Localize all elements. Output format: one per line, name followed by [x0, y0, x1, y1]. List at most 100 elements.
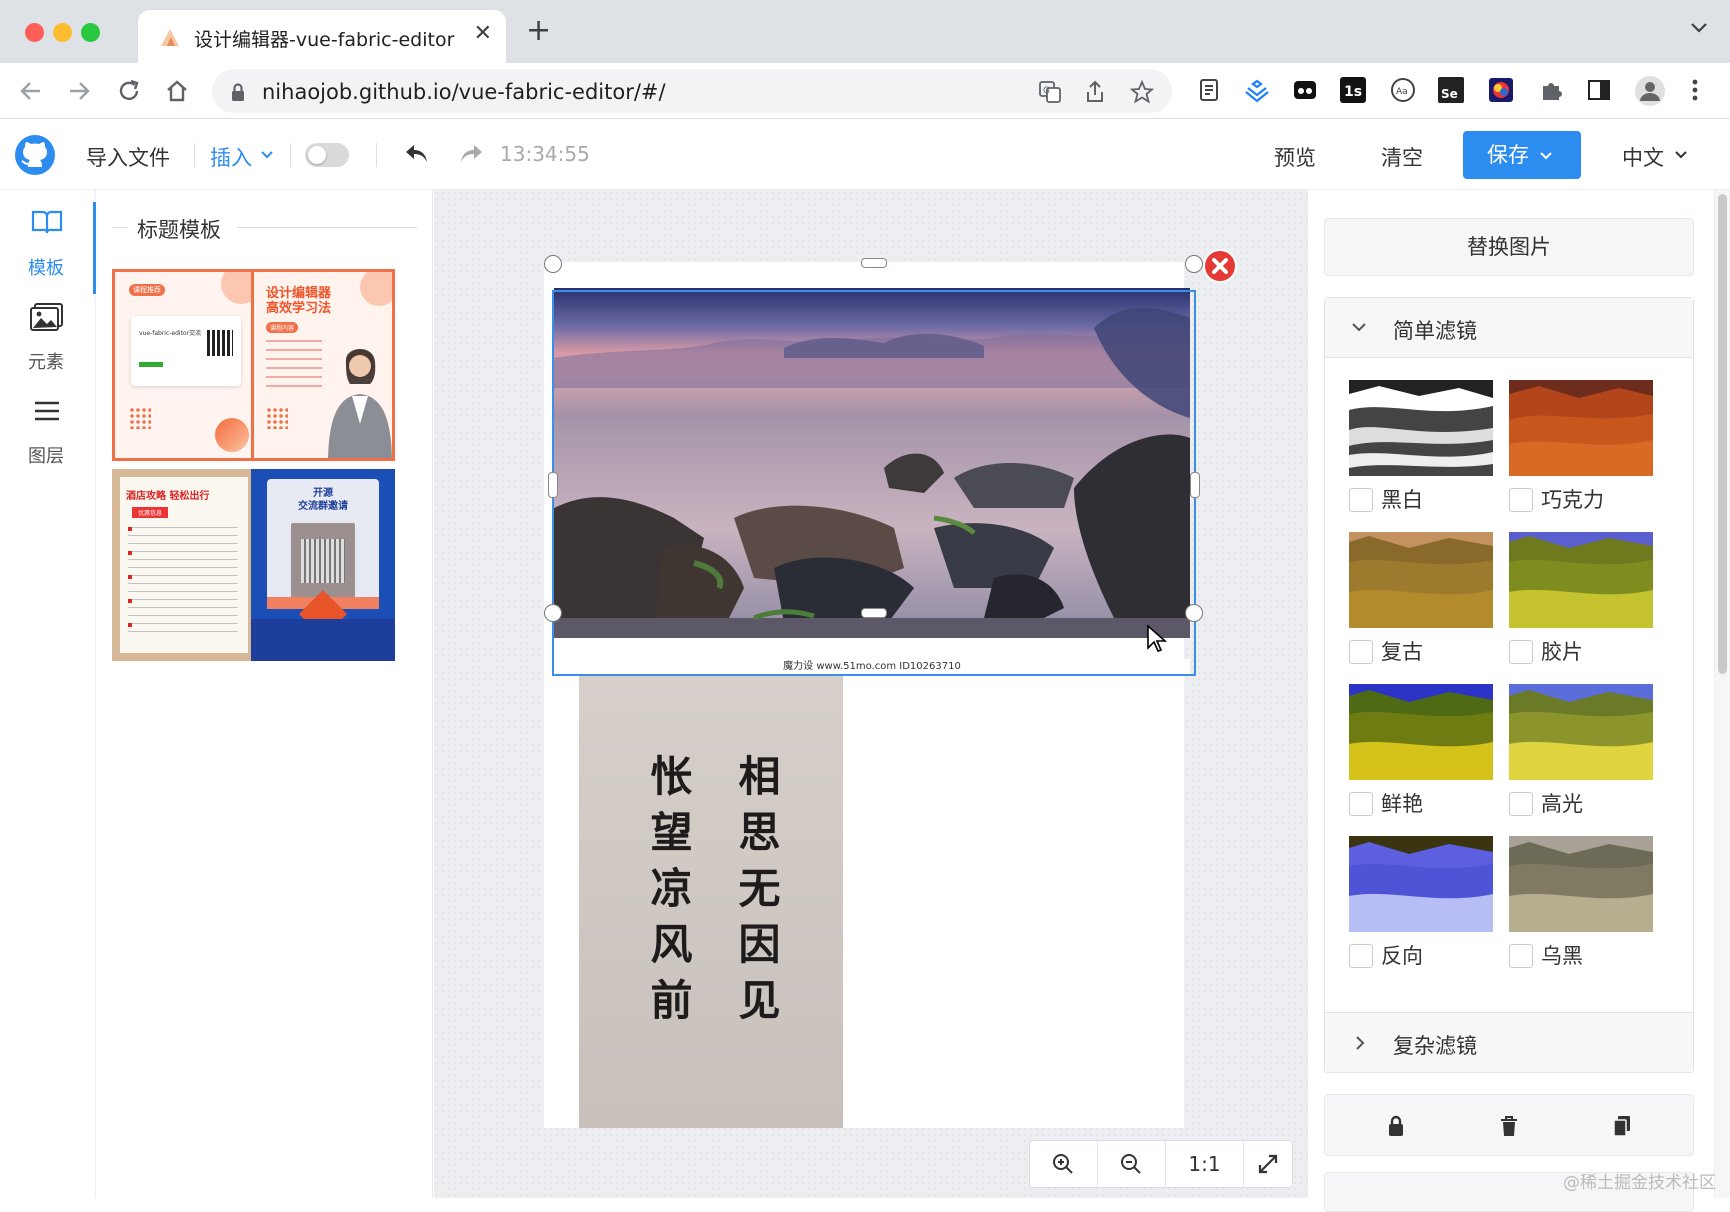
undo-icon[interactable]: [403, 140, 431, 168]
bookmark-star-icon[interactable]: [1130, 80, 1154, 104]
filter-preview: [1509, 380, 1653, 476]
filter-checkbox[interactable]: [1349, 792, 1373, 816]
resize-handle-right[interactable]: [1190, 472, 1200, 498]
share-icon[interactable]: [1084, 80, 1106, 104]
filter-label: 复古: [1381, 640, 1423, 664]
template-thumbnail[interactable]: 酒店攻略 轻松出行 优惠信息: [112, 469, 256, 661]
template-card: vue-fabric-editor交流: [131, 316, 241, 386]
resize-handle-top-right[interactable]: [1185, 255, 1203, 273]
panel-scrollbar[interactable]: [1714, 190, 1730, 1198]
filter-preview: [1509, 532, 1653, 628]
template-heading: 设计编辑器 高效学习法: [266, 286, 332, 316]
trash-icon[interactable]: [1500, 1115, 1518, 1137]
copy-icon[interactable]: [1613, 1115, 1631, 1137]
filter-checkbox[interactable]: [1509, 792, 1533, 816]
properties-panel: 替换图片 简单滤镜 黑白 巧克力 复古 胶片 鲜艳 高光 反向 乌黑 复杂滤镜: [1308, 190, 1714, 1212]
scrollbar-thumb[interactable]: [1718, 194, 1727, 674]
layers-icon: [34, 400, 60, 422]
template-tag: 课程推荐: [129, 284, 165, 296]
puzzle-extension-icon[interactable]: [1538, 77, 1564, 103]
back-arrow-icon[interactable]: [18, 78, 44, 104]
address-bar[interactable]: nihaojob.github.io/vue-fabric-editor/#/ …: [212, 69, 1172, 113]
preview-button[interactable]: 预览: [1274, 142, 1316, 172]
filter-label: 高光: [1541, 792, 1583, 816]
filter-checkbox[interactable]: [1349, 640, 1373, 664]
reader-extension-icon[interactable]: [1196, 77, 1222, 103]
clear-button[interactable]: 清空: [1381, 142, 1423, 172]
filter-preview: [1509, 684, 1653, 780]
sidepanel-icon[interactable]: [1586, 77, 1612, 103]
profile-avatar[interactable]: [1634, 75, 1666, 107]
translate-icon[interactable]: G: [1038, 80, 1062, 104]
home-icon[interactable]: [164, 78, 190, 104]
template-thumbnail[interactable]: 设计编辑器 高效学习法 课程内容: [251, 269, 395, 461]
complex-filters-header[interactable]: 复杂滤镜: [1325, 1012, 1693, 1072]
ruler-toggle-switch[interactable]: [305, 143, 349, 167]
filter-option[interactable]: 反向: [1349, 836, 1493, 968]
language-dropdown[interactable]: 中文: [1622, 142, 1664, 172]
forward-arrow-icon[interactable]: [66, 78, 92, 104]
resize-handle-bottom-right[interactable]: [1185, 604, 1203, 622]
maximize-window-button[interactable]: [81, 23, 100, 42]
calligraphy-image[interactable]: 相思无因见 怅望凉风前: [579, 674, 843, 1128]
lock-icon[interactable]: [230, 82, 246, 102]
save-dropdown-button[interactable]: 保存: [1463, 131, 1581, 179]
decor-circle: [215, 418, 249, 452]
replace-image-button[interactable]: 替换图片: [1324, 218, 1694, 276]
fit-screen-button[interactable]: [1244, 1141, 1292, 1187]
resize-handle-top-left[interactable]: [544, 255, 562, 273]
new-tab-button[interactable]: +: [526, 16, 551, 46]
canvas-workspace[interactable]: 相思无因见 怅望凉风前 魔力设 www.51mo.com ID10263710 …: [434, 190, 1308, 1198]
filter-checkbox[interactable]: [1509, 944, 1533, 968]
filter-option[interactable]: 高光: [1509, 684, 1653, 816]
favicon-icon: [158, 26, 182, 48]
book-icon: [31, 208, 63, 236]
filter-checkbox[interactable]: [1509, 640, 1533, 664]
tab-search-chevron-icon[interactable]: [1690, 22, 1708, 34]
lock-icon[interactable]: [1387, 1115, 1405, 1137]
filter-option[interactable]: 巧克力: [1509, 380, 1653, 512]
resize-handle-top[interactable]: [861, 258, 887, 268]
zoom-in-button[interactable]: [1030, 1141, 1098, 1187]
filter-checkbox[interactable]: [1349, 488, 1373, 512]
simple-filters-title: 简单滤镜: [1393, 319, 1477, 343]
template-thumbnail[interactable]: 开源 交流群邀请: [251, 469, 395, 661]
sidebar-item-elements[interactable]: 元素: [0, 298, 96, 378]
juejin-extension-icon[interactable]: [1244, 77, 1270, 103]
filter-option[interactable]: 复古: [1349, 532, 1493, 664]
tab-close-icon[interactable]: ✕: [474, 21, 492, 46]
minimize-window-button[interactable]: [53, 23, 72, 42]
more-menu-icon[interactable]: [1690, 77, 1716, 103]
insert-dropdown[interactable]: 插入: [210, 142, 252, 172]
zoom-reset-button[interactable]: 1:1: [1166, 1141, 1244, 1187]
filter-checkbox[interactable]: [1509, 488, 1533, 512]
dot-pattern: [266, 407, 288, 429]
redo-icon[interactable]: [457, 140, 485, 168]
incognito-extension-icon[interactable]: [1292, 77, 1318, 103]
github-icon[interactable]: [14, 134, 56, 176]
resize-handle-left[interactable]: [548, 472, 558, 498]
filter-option[interactable]: 黑白: [1349, 380, 1493, 512]
import-file-button[interactable]: 导入文件: [86, 142, 170, 172]
template-thumbnail[interactable]: 课程推荐 vue-fabric-editor交流: [112, 269, 256, 461]
close-window-button[interactable]: [25, 23, 44, 42]
1s-extension-icon[interactable]: 1s: [1340, 77, 1366, 103]
browser-tab[interactable]: 设计编辑器-vue-fabric-editor ✕: [138, 10, 506, 63]
filter-preview: [1349, 836, 1493, 932]
delete-object-icon[interactable]: [1202, 248, 1238, 284]
color-extension-icon[interactable]: [1488, 77, 1514, 103]
sidebar-item-layers[interactable]: 图层: [0, 392, 96, 472]
filter-option[interactable]: 鲜艳: [1349, 684, 1493, 816]
resize-handle-bottom[interactable]: [861, 608, 887, 618]
zoom-out-button[interactable]: [1098, 1141, 1166, 1187]
reload-icon[interactable]: [116, 78, 142, 104]
filter-checkbox[interactable]: [1349, 944, 1373, 968]
filter-option[interactable]: 乌黑: [1509, 836, 1653, 968]
selenium-extension-icon[interactable]: Se: [1438, 77, 1464, 103]
qr-code: [301, 539, 345, 583]
filter-option[interactable]: 胶片: [1509, 532, 1653, 664]
simple-filters-header[interactable]: 简单滤镜: [1325, 298, 1693, 358]
font-extension-icon[interactable]: Aa: [1390, 77, 1416, 103]
sidebar-item-templates[interactable]: 模板: [0, 202, 96, 294]
resize-handle-bottom-left[interactable]: [544, 604, 562, 622]
